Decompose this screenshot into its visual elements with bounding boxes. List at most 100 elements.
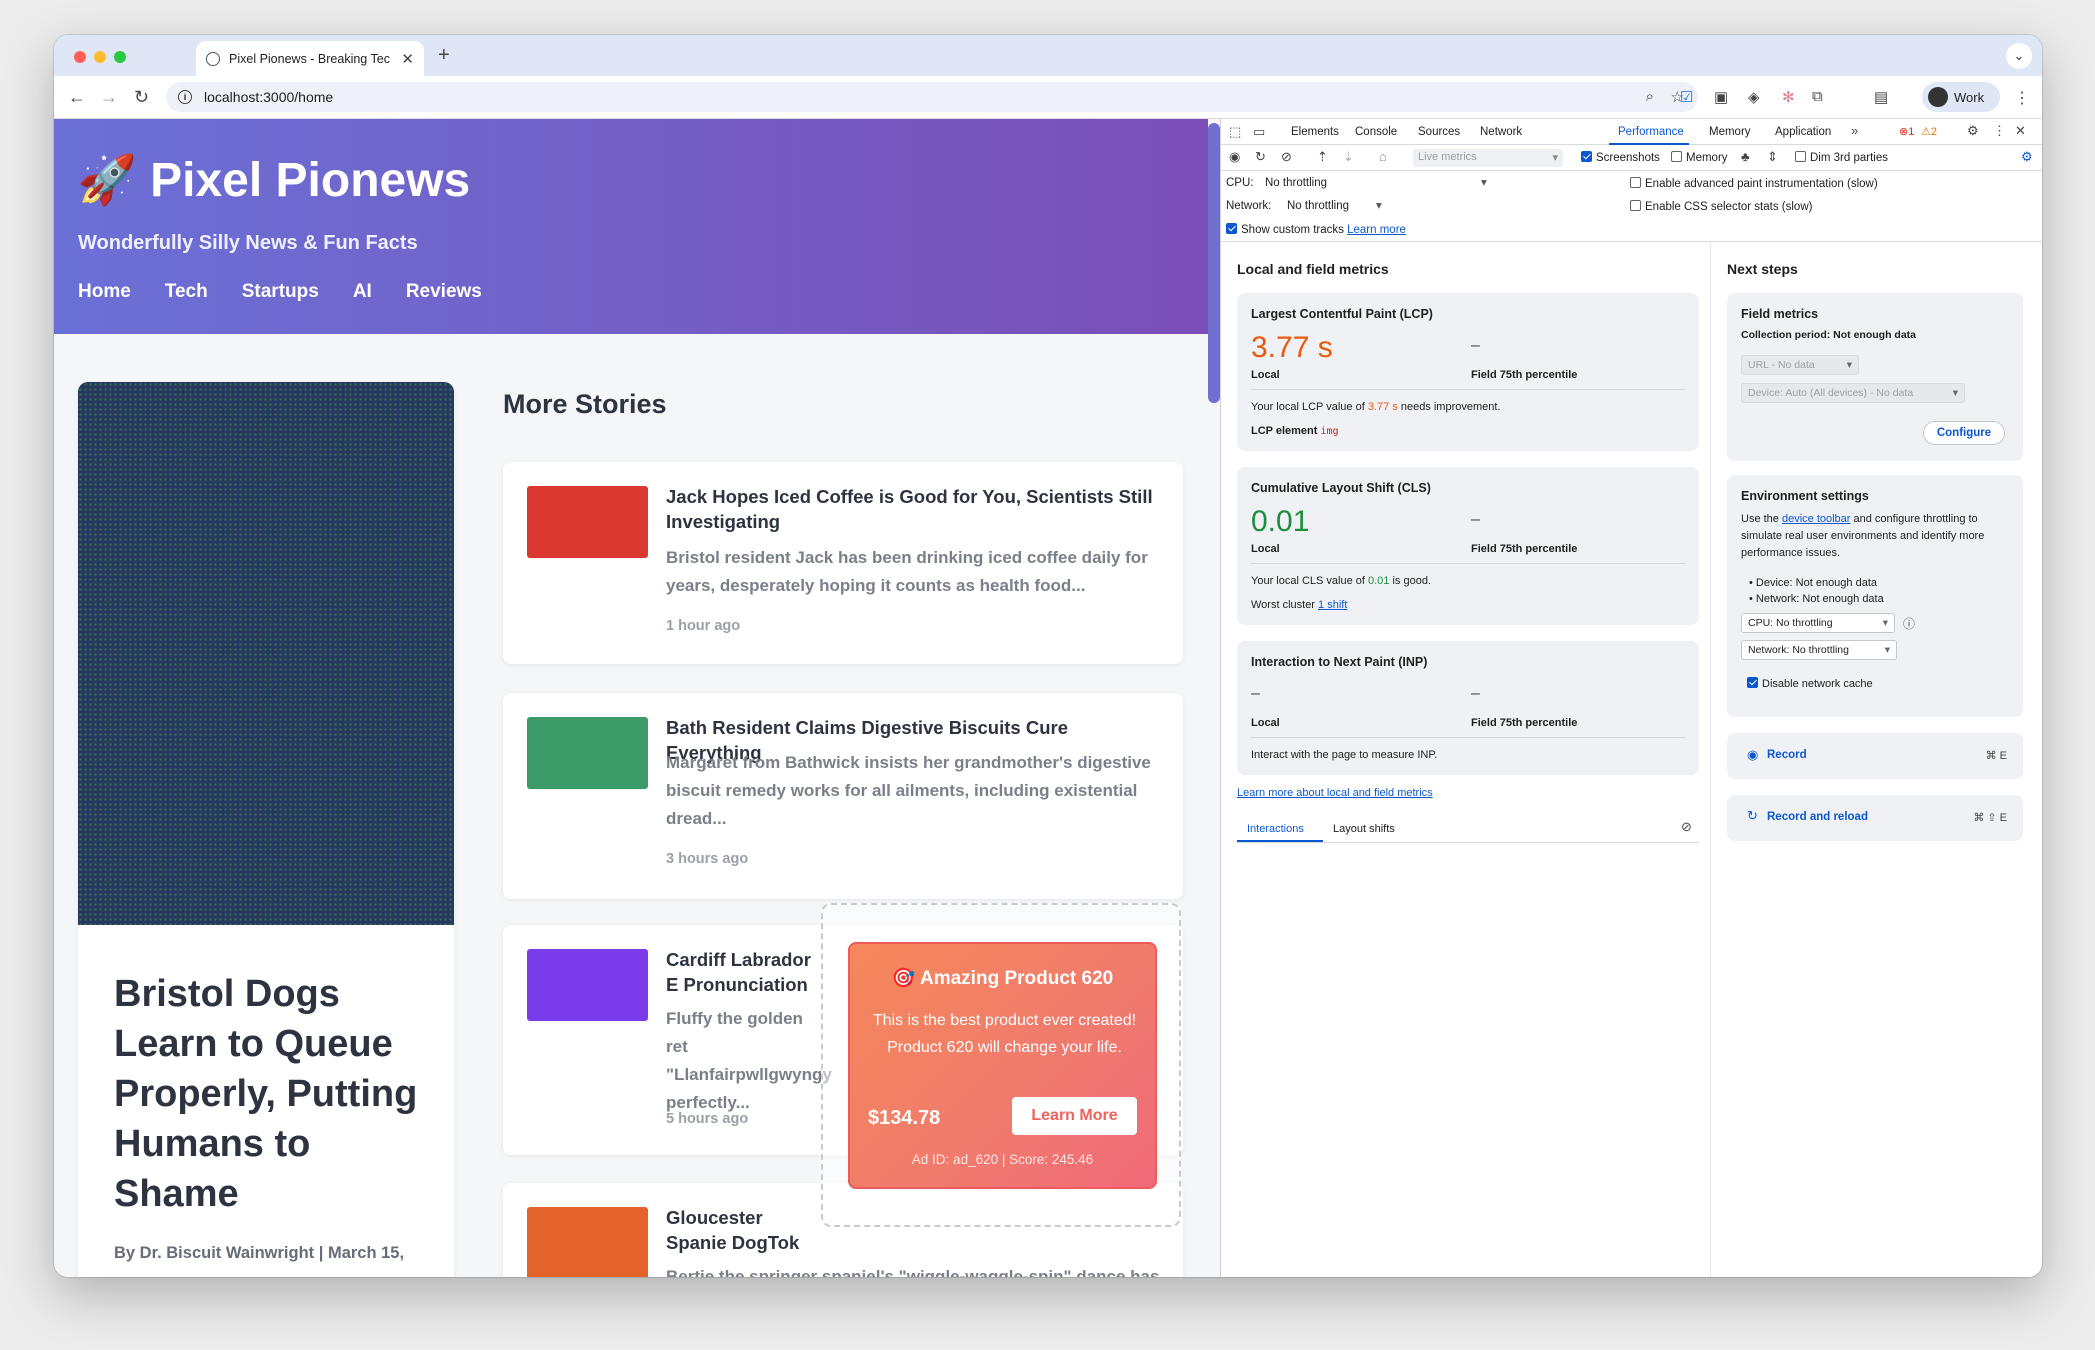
lcp-element-link[interactable]: img: [1321, 426, 1339, 437]
clear-icon[interactable]: ⊘: [1281, 149, 1292, 165]
record-button[interactable]: ◉ Record ⌘ E: [1727, 733, 2023, 779]
garbage-collect-icon[interactable]: ♣: [1741, 149, 1750, 164]
story-card[interactable]: Bath Resident Claims Digestive Biscuits …: [503, 693, 1183, 899]
page-scrollbar[interactable]: [1208, 123, 1220, 403]
cpu-dropdown-chevron-icon[interactable]: ▾: [1481, 175, 1487, 189]
story-excerpt: Bertie the springer spaniel's "wiggle-wa…: [666, 1267, 1160, 1277]
record-and-reload-button[interactable]: ↻ Record and reload ⌘ ⇧ E: [1727, 795, 2023, 841]
extension-ghost-icon[interactable]: ◈: [1748, 88, 1760, 106]
story-title[interactable]: Gloucester Spanie DogTok: [666, 1205, 826, 1255]
worst-cluster-link[interactable]: 1 shift: [1318, 599, 1347, 611]
ad-description: This is the best product ever created! P…: [872, 1012, 1137, 1056]
browser-tab[interactable]: Pixel Pionews - Breaking Tec ✕: [196, 41, 424, 76]
lcp-field-value: –: [1471, 337, 1480, 354]
info-icon[interactable]: ⓘ: [1903, 615, 1915, 632]
tab-network[interactable]: Network: [1480, 126, 1522, 138]
network-select[interactable]: Network: No throttling: [1741, 640, 1897, 660]
record-icon[interactable]: ◉: [1229, 149, 1240, 165]
site-info-icon[interactable]: i: [178, 90, 192, 104]
address-bar[interactable]: i localhost:3000/home ⌕ ☆: [166, 82, 1698, 112]
close-window-button[interactable]: [74, 51, 86, 63]
configure-button[interactable]: Configure: [1923, 421, 2005, 445]
error-count-badge[interactable]: ⊗1: [1899, 125, 1914, 138]
download-icon[interactable]: ⇣: [1343, 149, 1354, 165]
ad-banner[interactable]: 🎯 Amazing Product 620 This is the best p…: [848, 942, 1157, 1189]
tab-sources[interactable]: Sources: [1418, 126, 1460, 138]
advanced-paint-checkbox[interactable]: Enable advanced paint instrumentation (s…: [1630, 177, 1878, 190]
upload-icon[interactable]: ⇡: [1317, 149, 1328, 165]
cpu-throttling-select[interactable]: No throttling: [1265, 177, 1327, 189]
network-dropdown-chevron-icon[interactable]: ▾: [1376, 198, 1382, 212]
settings-gear-icon[interactable]: ⚙: [1967, 123, 1979, 139]
lead-story-title[interactable]: Bristol Dogs Learn to Queue Properly, Pu…: [114, 969, 434, 1219]
environment-title: Environment settings: [1741, 489, 1869, 503]
profile-chip[interactable]: Work: [1922, 82, 2000, 112]
device-toolbar-link[interactable]: device toolbar: [1782, 513, 1851, 525]
device-select[interactable]: Device: Auto (All devices) - No data: [1741, 383, 1965, 403]
live-metrics-select[interactable]: Live metrics: [1413, 149, 1563, 167]
zoom-window-button[interactable]: [114, 51, 126, 63]
reload-record-icon[interactable]: ↻: [1255, 149, 1266, 165]
field-metrics-title: Field metrics: [1741, 307, 1819, 321]
clear-interactions-icon[interactable]: ⊘: [1681, 819, 1692, 835]
show-custom-tracks-checkbox[interactable]: Show custom tracks Learn more: [1226, 223, 1406, 236]
reload-icon[interactable]: ↻: [134, 87, 149, 108]
dim-3rd-parties-checkbox[interactable]: Dim 3rd parties: [1795, 151, 1888, 164]
ad-learn-more-button[interactable]: Learn More: [1012, 1097, 1137, 1135]
lead-story-card[interactable]: Bristol Dogs Learn to Queue Properly, Pu…: [78, 382, 454, 1277]
more-tabs-chevron-icon[interactable]: »: [1851, 123, 1858, 138]
site-title[interactable]: 🚀 Pixel Pionews: [77, 151, 470, 208]
tab-application[interactable]: Application: [1775, 126, 1831, 138]
minimize-window-button[interactable]: [94, 51, 106, 63]
nav-link-tech[interactable]: Tech: [165, 281, 208, 303]
nav-link-ai[interactable]: AI: [353, 281, 372, 303]
learn-more-link[interactable]: Learn more: [1347, 224, 1406, 236]
close-devtools-icon[interactable]: ✕: [2015, 123, 2026, 139]
tab-elements[interactable]: Elements: [1291, 126, 1339, 138]
tab-search-chevron-icon[interactable]: ⌄: [2006, 43, 2032, 69]
disable-cache-checkbox[interactable]: Disable network cache: [1747, 677, 1873, 690]
story-title[interactable]: Cardiff Labrador E Pronunciation: [666, 947, 826, 997]
device-toolbar-icon[interactable]: ▭: [1253, 124, 1265, 140]
capture-settings-gear-icon[interactable]: ⚙: [2021, 149, 2033, 165]
subtab-layout-shifts[interactable]: Layout shifts: [1333, 823, 1395, 835]
lcp-value: 3.77 s: [1251, 331, 1333, 364]
forward-arrow-icon[interactable]: →: [100, 87, 118, 108]
extension-flower-icon[interactable]: ✻: [1782, 88, 1795, 106]
side-panel-icon[interactable]: ▤: [1874, 88, 1888, 106]
extension-check-icon[interactable]: ☑: [1680, 88, 1693, 106]
browser-toolbar: ← → ↻ i localhost:3000/home ⌕ ☆ ☑ ▣ ◈ ✻ …: [54, 76, 2042, 119]
ad-price: $134.78: [868, 1107, 941, 1129]
memory-checkbox[interactable]: Memory: [1671, 151, 1728, 164]
devtools-menu-icon[interactable]: ⋮: [1993, 123, 2006, 139]
back-arrow-icon[interactable]: ←: [68, 87, 86, 108]
cpu-select[interactable]: CPU: No throttling: [1741, 613, 1895, 633]
browser-menu-icon[interactable]: ⋮: [2014, 88, 2030, 108]
tab-memory[interactable]: Memory: [1709, 126, 1751, 138]
new-tab-button[interactable]: +: [438, 44, 450, 67]
story-card[interactable]: Jack Hopes Iced Coffee is Good for You, …: [503, 462, 1183, 664]
story-title[interactable]: Jack Hopes Iced Coffee is Good for You, …: [666, 484, 1166, 534]
screenshots-checkbox[interactable]: Screenshots: [1581, 151, 1660, 164]
tab-performance[interactable]: Performance: [1618, 126, 1684, 138]
close-tab-icon[interactable]: ✕: [401, 50, 414, 68]
nav-link-reviews[interactable]: Reviews: [406, 281, 482, 303]
network-track-icon[interactable]: ⇕: [1767, 149, 1778, 165]
subtab-interactions[interactable]: Interactions: [1247, 823, 1304, 835]
inspect-element-icon[interactable]: ⬚: [1229, 124, 1241, 140]
nav-link-startups[interactable]: Startups: [242, 281, 319, 303]
tab-console[interactable]: Console: [1355, 126, 1397, 138]
story-thumbnail: [527, 717, 648, 789]
extension-reader-icon[interactable]: ▣: [1714, 88, 1728, 106]
story-thumbnail: [527, 949, 648, 1021]
story-time: 5 hours ago: [666, 1111, 749, 1127]
zoom-icon[interactable]: ⌕: [1646, 88, 1654, 105]
learn-more-metrics-link[interactable]: Learn more about local and field metrics: [1237, 787, 1433, 799]
url-select[interactable]: URL - No data: [1741, 355, 1859, 375]
nav-link-home[interactable]: Home: [78, 281, 131, 303]
network-throttling-select[interactable]: No throttling: [1287, 200, 1349, 212]
extensions-puzzle-icon[interactable]: ⧉: [1812, 88, 1823, 105]
home-icon[interactable]: ⌂: [1379, 149, 1387, 164]
warning-count-badge[interactable]: ⚠2: [1921, 125, 1937, 138]
css-selector-stats-checkbox[interactable]: Enable CSS selector stats (slow): [1630, 200, 1812, 213]
